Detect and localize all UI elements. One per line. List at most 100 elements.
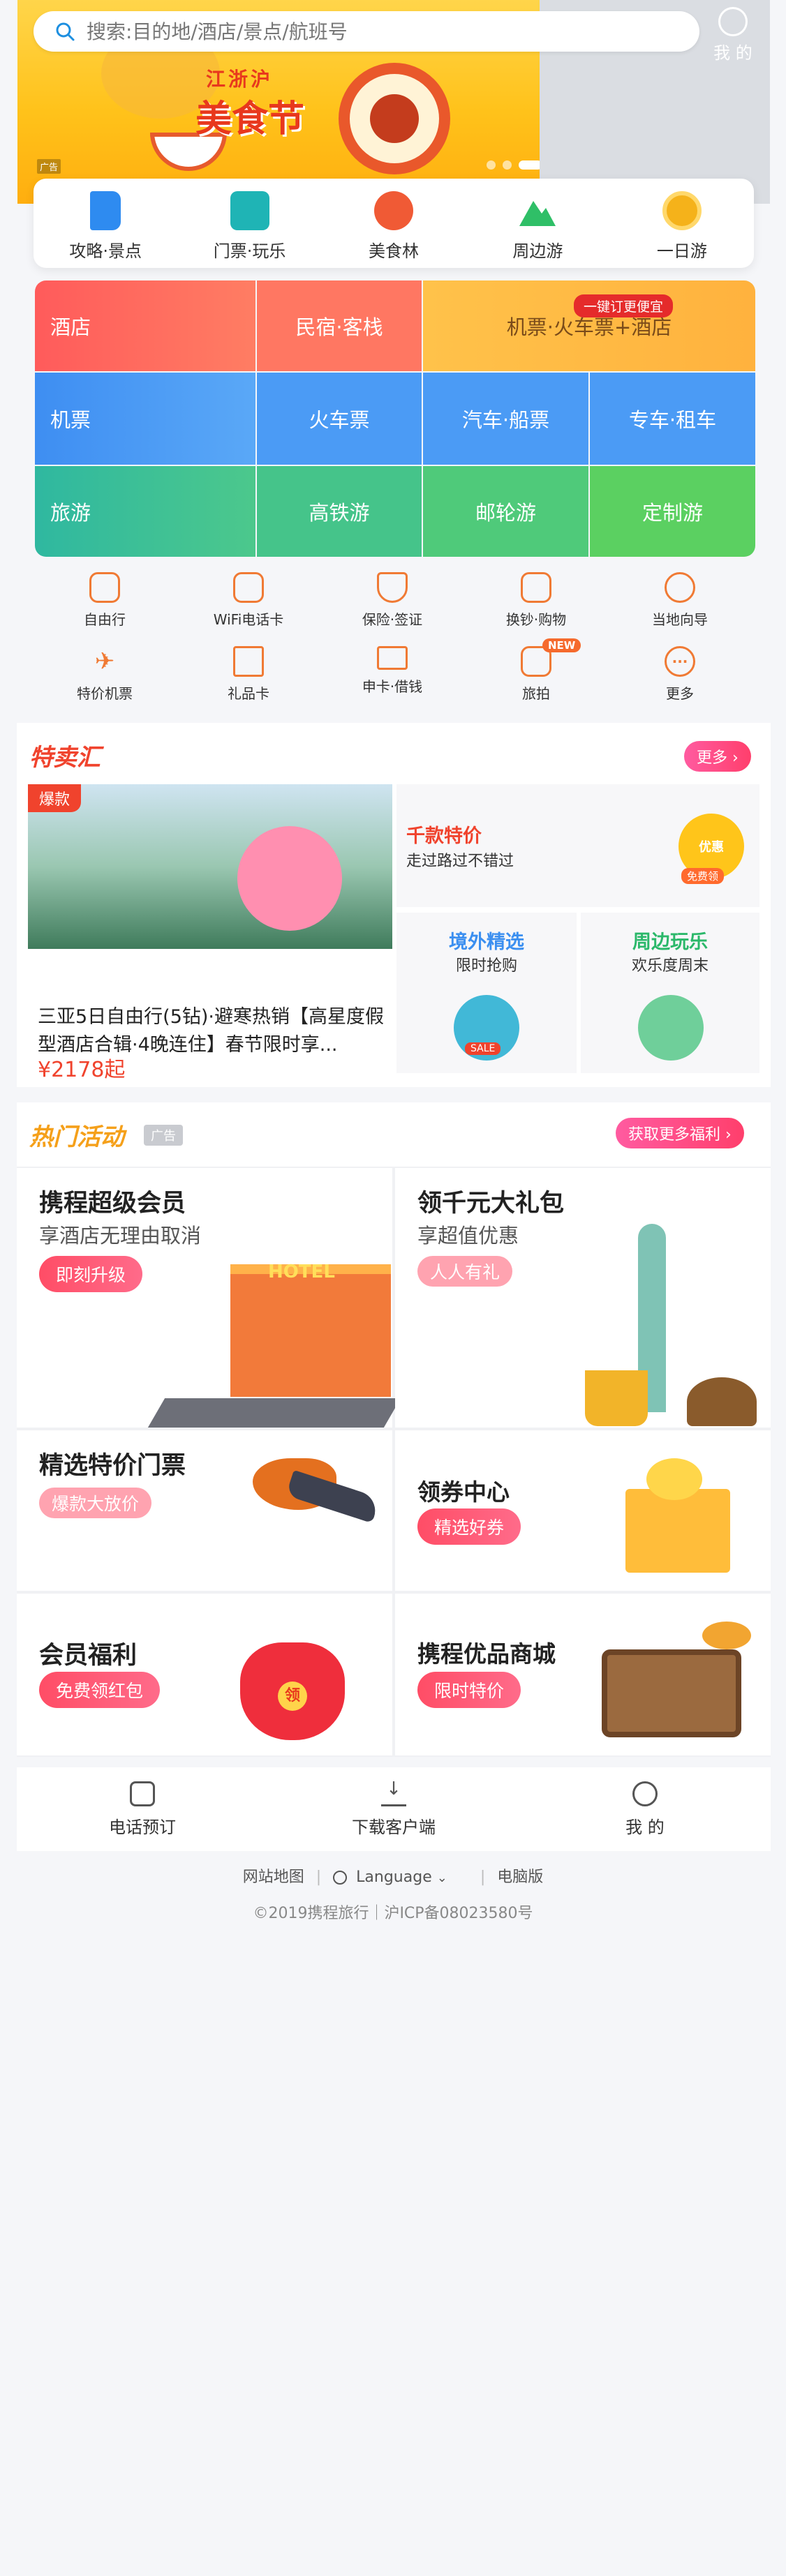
grid-travel[interactable]: 旅游	[35, 466, 255, 557]
grid-custom-tour[interactable]: 定制游	[590, 466, 755, 557]
coins-image	[646, 1458, 702, 1500]
activity-button[interactable]: 限时特价	[417, 1672, 521, 1708]
copyright: ©2019携程旅行｜沪ICP备08023580号	[253, 1905, 533, 1922]
icon-item-cheap-flights[interactable]: ✈ 特价机票	[35, 646, 175, 703]
quick-nav-item-nearby[interactable]: 周边游	[466, 179, 609, 268]
header-mine-label: 我 的	[713, 43, 752, 63]
grid-high-speed-rail[interactable]: 高铁游	[257, 466, 422, 557]
quick-nav-item-dayTrip[interactable]: 一日游	[610, 179, 754, 268]
icon-label: 特价机票	[77, 685, 133, 702]
footer-phone-booking[interactable]: 电话预订	[17, 1767, 268, 1851]
activity-gift-package[interactable]: 领千元大礼包 享超值优惠 人人有礼	[395, 1168, 771, 1428]
quick-nav-label: 一日游	[656, 241, 707, 261]
deal-card-overseas[interactable]: 境外精选 限时抢购 SALE	[396, 913, 577, 1073]
icon-label: 旅拍	[522, 685, 550, 702]
desktop-version-link[interactable]: 电脑版	[497, 1869, 543, 1886]
icon-item-credit-loan[interactable]: 申卡·借钱	[322, 646, 462, 696]
activity-button[interactable]: 即刻升级	[39, 1256, 143, 1292]
activity-super-member[interactable]: 携程超级会员 享酒店无理由取消 即刻升级 HOTEL	[17, 1168, 401, 1428]
carousel-dot[interactable]	[503, 160, 512, 170]
mountain-icon	[519, 201, 556, 226]
activity-subtitle: 享酒店无理由取消	[39, 1224, 202, 1248]
bundle-badge: 一键订更便宜	[574, 294, 674, 317]
activity-title: 携程优品商城	[417, 1640, 556, 1668]
icon-item-wifi-card[interactable]: WiFi电话卡	[179, 572, 318, 629]
footer-mine[interactable]: 我 的	[519, 1767, 771, 1851]
hot-activities-section: 热门活动 广告 获取更多福利 › 携程超级会员 享酒店无理由取消 即刻升级 HO…	[17, 1102, 771, 1757]
activity-tickets[interactable]: 精选特价门票 爆款大放价	[17, 1430, 392, 1591]
card-subtitle: 走过路过不错过	[406, 853, 514, 870]
sun-medal-icon	[662, 191, 702, 230]
user-icon	[718, 7, 748, 36]
activity-title: 领千元大礼包	[417, 1190, 565, 1218]
backpack-icon	[89, 572, 120, 603]
guide-hat-icon	[665, 572, 695, 603]
activities-more-button[interactable]: 获取更多福利 ›	[616, 1118, 744, 1148]
grid-train[interactable]: 火车票	[257, 373, 422, 465]
footer-download-app[interactable]: ↓ 下载客户端	[268, 1767, 519, 1851]
quick-nav: 攻略·景点 门票·玩乐 美食林 周边游 一日游	[34, 179, 754, 268]
grid-flight[interactable]: 机票	[35, 373, 255, 465]
icon-item-insurance-visa[interactable]: 保险·签证	[322, 572, 462, 629]
activity-title: 携程超级会员	[39, 1190, 186, 1218]
sitemap-link[interactable]: 网站地图	[243, 1869, 304, 1886]
activity-button[interactable]: 精选好券	[417, 1508, 521, 1545]
search-bar[interactable]	[34, 11, 699, 52]
download-icon: ↓	[381, 1779, 406, 1806]
quick-nav-item-guide[interactable]: 攻略·景点	[34, 179, 177, 268]
featured-deal-text[interactable]: 三亚5日自由行(5钻)·避寒热销【高星度假型酒店合辑·4晚连住】春节限时享...	[38, 1003, 394, 1059]
quick-nav-label: 美食林	[369, 241, 420, 261]
ticket-picture-icon	[230, 191, 269, 230]
more-label: 更多	[697, 749, 728, 767]
carousel-dot[interactable]	[487, 160, 496, 170]
special-deals-title: 特卖汇	[29, 744, 101, 772]
icon-item-travel-photo[interactable]: NEW 旅拍	[466, 638, 606, 703]
more-dots-icon: ···	[665, 646, 695, 677]
grid-label: 旅游	[50, 501, 91, 525]
icon-item-local-guide[interactable]: 当地向导	[610, 572, 750, 629]
deal-card-nearby[interactable]: 周边玩乐 欢乐度周末	[581, 913, 759, 1073]
quick-nav-item-tickets[interactable]: 门票·玩乐	[177, 179, 321, 268]
hot-tag: 爆款	[28, 784, 82, 812]
grid-homestay[interactable]: 民宿·客栈	[257, 280, 422, 371]
road-image	[147, 1398, 401, 1428]
banner-plate-food	[370, 94, 419, 143]
header-mine-button[interactable]: 我 的	[706, 7, 759, 63]
activity-member-benefits[interactable]: 会员福利 免费领红包 领	[17, 1594, 392, 1755]
activity-button[interactable]: 免费领红包	[39, 1672, 161, 1708]
activity-coupon-center[interactable]: 领券中心 精选好券	[395, 1430, 771, 1591]
food-badge-icon	[374, 191, 414, 230]
activity-button[interactable]: 爆款大放价	[39, 1488, 152, 1518]
icon-item-more[interactable]: ··· 更多	[610, 646, 750, 703]
search-input[interactable]	[87, 20, 687, 43]
activity-mall[interactable]: 携程优品商城 限时特价	[395, 1594, 771, 1755]
guidebook-icon	[90, 191, 121, 230]
gift-card-icon	[233, 646, 264, 677]
carousel-dot-active[interactable]	[519, 160, 540, 170]
icon-label: 保险·签证	[362, 611, 423, 628]
footer-label: 我 的	[625, 1818, 665, 1837]
icon-item-currency-shopping[interactable]: 换钞·购物	[466, 572, 606, 629]
quick-nav-label: 门票·玩乐	[213, 241, 286, 261]
footer-links: 网站地图 | Language ⌄ | 电脑版	[242, 1869, 544, 1886]
icon-item-free-travel[interactable]: 自由行	[35, 572, 175, 629]
featured-deal-image[interactable]: 爆款	[28, 784, 392, 949]
icon-label: WiFi电话卡	[213, 611, 284, 628]
card-subtitle: 限时抢购	[455, 957, 517, 975]
grid-label: 高铁游	[309, 501, 370, 525]
grid-car-rental[interactable]: 专车·租车	[590, 373, 755, 465]
grid-cruise[interactable]: 邮轮游	[423, 466, 588, 557]
footer-label: 下载客户端	[352, 1818, 436, 1837]
special-more-button[interactable]: 更多 ›	[684, 741, 751, 772]
grid-label: 汽车·船票	[461, 408, 550, 432]
activity-button[interactable]: 人人有礼	[417, 1256, 513, 1287]
icon-item-gift-card[interactable]: 礼品卡	[179, 646, 318, 703]
deal-card-thousand[interactable]: 千款特价 走过路过不错过 优惠 免费领	[396, 784, 759, 907]
plane-icon: ✈	[94, 647, 115, 675]
grid-hotel[interactable]: 酒店	[35, 280, 255, 371]
card-subtitle: 欢乐度周末	[631, 957, 709, 975]
grid-bus-ship[interactable]: 汽车·船票	[423, 373, 588, 465]
language-select[interactable]: Language	[356, 1869, 432, 1886]
grid-label: 火车票	[309, 408, 370, 432]
quick-nav-item-food[interactable]: 美食林	[322, 179, 466, 268]
